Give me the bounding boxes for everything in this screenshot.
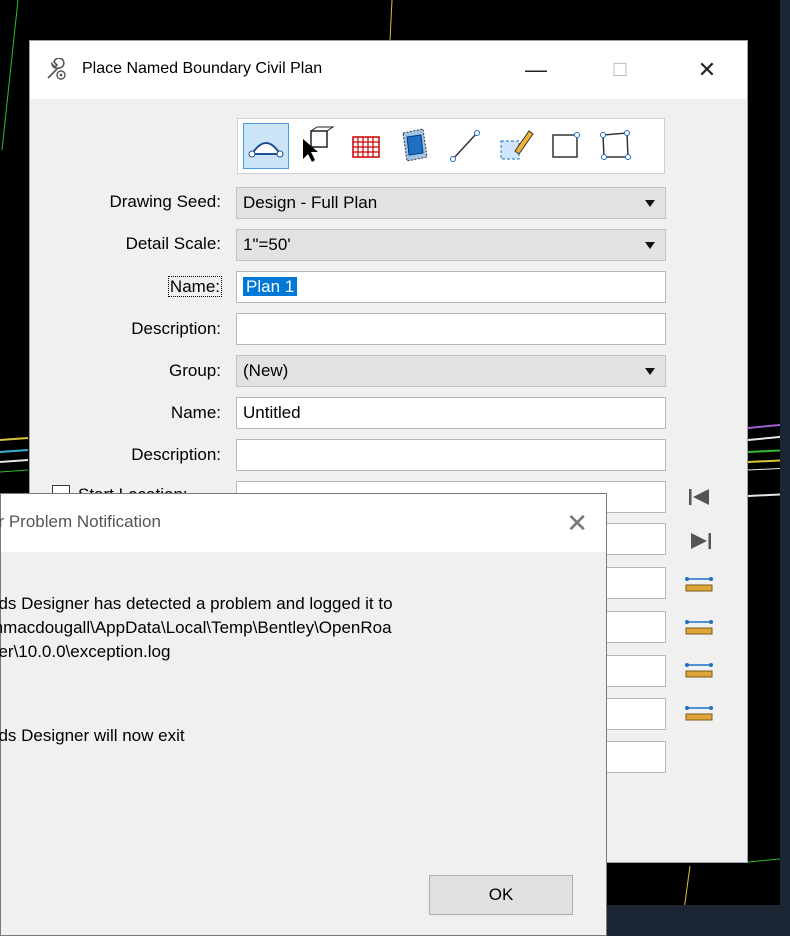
- group-description-input[interactable]: [236, 439, 666, 471]
- drawing-seed-select[interactable]: Design - Full Plan: [236, 187, 666, 219]
- dialog-title: Place Named Boundary Civil Plan: [82, 60, 323, 77]
- detail-scale-value: 1"=50': [243, 235, 291, 254]
- detail-scale-label: Detail Scale:: [125, 234, 221, 253]
- error-message-line: mmacdougall\AppData\Local\Temp\Bentley\O…: [0, 618, 392, 637]
- error-message: ads Designer has detected a problem and …: [0, 592, 589, 664]
- error-close-button[interactable]: ✕: [566, 508, 588, 539]
- dialog-title-bar: Place Named Boundary Civil Plan — ☐ ✕: [30, 41, 747, 99]
- error-message-line: ner\10.0.0\exception.log: [0, 642, 171, 661]
- name-value: Plan 1: [243, 277, 298, 296]
- line-icon[interactable]: [443, 123, 489, 169]
- canvas-right-frame: [780, 0, 790, 936]
- maximize-button[interactable]: ☐: [605, 55, 635, 85]
- select-box-icon[interactable]: [293, 123, 339, 169]
- chevron-down-icon: [645, 368, 655, 375]
- chevron-down-icon: [645, 200, 655, 207]
- drawing-seed-label: Drawing Seed:: [109, 192, 221, 211]
- description-input[interactable]: [236, 313, 666, 345]
- grid-table-icon[interactable]: [343, 123, 389, 169]
- measure-icon[interactable]: [683, 614, 717, 642]
- canvas-corner: [607, 905, 780, 926]
- last-icon[interactable]: [683, 527, 717, 555]
- error-message-line: ads Designer has detected a problem and …: [0, 594, 393, 613]
- description-label: Description:: [131, 319, 221, 338]
- problem-notification-dialog: er Problem Notification ✕ ads Designer h…: [0, 493, 607, 936]
- edit-shape-icon[interactable]: [493, 123, 539, 169]
- name-input[interactable]: Plan 1: [236, 271, 666, 303]
- rectangle-icon[interactable]: [543, 123, 589, 169]
- name-label: Name:: [167, 276, 223, 297]
- detail-scale-select[interactable]: 1"=50': [236, 229, 666, 261]
- error-exit-message: ads Designer will now exit: [0, 726, 185, 745]
- first-icon[interactable]: [683, 483, 717, 511]
- group-description-label: Description:: [131, 445, 221, 464]
- civil-plan-icon[interactable]: [243, 123, 289, 169]
- polygon-icon[interactable]: [593, 123, 639, 169]
- drawing-seed-value: Design - Full Plan: [243, 193, 378, 212]
- close-button[interactable]: ✕: [692, 55, 722, 85]
- group-value: (New): [243, 361, 289, 380]
- chevron-down-icon: [645, 242, 655, 249]
- measure-icon[interactable]: [683, 657, 717, 685]
- minimize-button[interactable]: —: [521, 55, 551, 85]
- group-select[interactable]: (New): [236, 355, 666, 387]
- wrench-gear-icon: [47, 58, 66, 80]
- boundary-method-toolbar: [237, 118, 665, 174]
- measure-icon[interactable]: [683, 700, 717, 728]
- measure-icon[interactable]: [683, 571, 717, 599]
- group-label: Group:: [169, 361, 221, 380]
- view-volume-icon[interactable]: [393, 123, 439, 169]
- error-title: er Problem Notification: [0, 512, 161, 531]
- group-name-input[interactable]: Untitled: [236, 397, 666, 429]
- ok-button[interactable]: OK: [429, 875, 573, 915]
- group-name-label: Name:: [170, 403, 221, 422]
- group-name-value: Untitled: [243, 403, 301, 422]
- error-title-bar: er Problem Notification ✕: [0, 494, 606, 552]
- name-label-row: Name:: [30, 273, 223, 301]
